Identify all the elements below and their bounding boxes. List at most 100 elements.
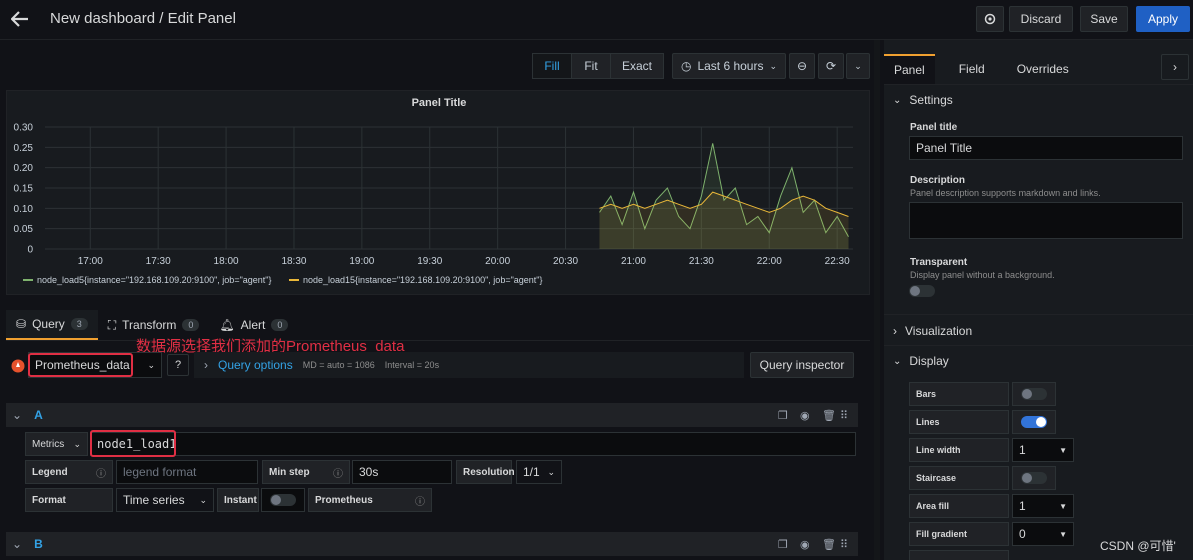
y-tick-label: 0 — [27, 245, 33, 256]
duplicate-icon[interactable]: ❐ — [778, 409, 788, 422]
lines-toggle-box[interactable] — [1012, 410, 1056, 434]
tab-panel[interactable]: Panel — [884, 54, 935, 84]
instant-label: Instant — [217, 488, 259, 512]
format-label: Format — [25, 488, 113, 512]
area-fill-select[interactable]: 1 ▼ — [1012, 494, 1074, 518]
eye-icon[interactable]: ◉ — [800, 538, 810, 551]
chevron-right-icon: › — [1173, 60, 1177, 74]
description-hint: Panel description supports markdown and … — [910, 188, 1101, 198]
time-range-picker[interactable]: ◷ Last 6 hours ⌄ — [672, 53, 786, 79]
database-icon: ⛁ — [16, 317, 27, 331]
tab-overrides[interactable]: Overrides — [1009, 54, 1077, 84]
settings-gear-button[interactable] — [976, 6, 1004, 32]
description-textarea[interactable] — [909, 202, 1183, 239]
legend-placeholder: legend format — [123, 465, 197, 479]
instant-toggle-box[interactable] — [261, 488, 305, 512]
discard-button[interactable]: Discard — [1009, 6, 1073, 32]
prometheus-label-box: Prometheus ⓘ — [308, 488, 432, 512]
lines-toggle[interactable] — [1021, 416, 1047, 428]
time-range-label: Last 6 hours — [697, 59, 764, 73]
info-icon: ⓘ — [415, 496, 425, 508]
min-step-input[interactable]: 30s — [352, 460, 452, 484]
panel-title-input[interactable]: Panel Title — [909, 136, 1183, 160]
trash-icon[interactable]: 🗑︎ — [822, 538, 836, 551]
bars-toggle[interactable] — [1021, 388, 1047, 400]
display-section-header[interactable]: ⌄ Display — [893, 354, 949, 368]
format-select[interactable]: Time series ⌄ — [116, 488, 214, 512]
legend-field-label: Legend — [32, 466, 68, 478]
trash-icon[interactable]: 🗑︎ — [822, 409, 836, 422]
staircase-toggle[interactable] — [1021, 472, 1047, 484]
refresh-icon: ⟳ — [825, 59, 837, 73]
tab-query[interactable]: ⛁ Query 3 — [6, 310, 98, 340]
back-arrow-icon[interactable] — [8, 6, 32, 32]
collapse-options-button[interactable]: › — [1161, 54, 1189, 80]
metrics-highlight-box — [90, 430, 176, 457]
y-tick-label: 0.05 — [14, 224, 34, 235]
transparent-toggle[interactable] — [909, 285, 935, 297]
metrics-input[interactable]: node1_load1 — [90, 432, 856, 456]
exact-button[interactable]: Exact — [610, 53, 664, 79]
staircase-toggle-box[interactable] — [1012, 466, 1056, 490]
fill-button[interactable]: Fill — [532, 53, 572, 79]
line-width-select[interactable]: 1 ▼ — [1012, 438, 1074, 462]
help-button[interactable]: ? — [167, 354, 189, 376]
divider — [884, 345, 1193, 346]
interval-info: Interval = 20s — [384, 360, 440, 370]
tab-query-label: Query — [32, 317, 65, 331]
metrics-label: Metrics — [32, 438, 65, 450]
query-a-header[interactable]: ⌄ A ❐ ◉ 🗑︎ ⠿ — [6, 403, 858, 427]
x-tick-label: 17:00 — [78, 256, 103, 267]
legend-label-box: Legend ⓘ — [25, 460, 113, 484]
y-tick-label: 0.20 — [14, 163, 34, 174]
staircase-label: Staircase — [909, 466, 1009, 490]
fill-gradient-select[interactable]: 0 ▼ — [1012, 522, 1074, 546]
graph-chart: 0.30 0.25 0.20 0.15 0.10 0.05 0 17:00 17:30 18:00… — [14, 123, 853, 267]
duplicate-icon[interactable]: ❐ — [778, 538, 788, 551]
resolution-select[interactable]: 1/1 ⌄ — [516, 460, 562, 484]
legend-label: node_load15{instance="192.168.109.20:910… — [303, 275, 543, 285]
query-b-header[interactable]: ⌄ B ❐ ◉ 🗑︎ ⠿ — [6, 532, 858, 556]
y-tick-label: 0.10 — [14, 204, 34, 215]
datasource-highlight-box — [28, 353, 133, 377]
zoom-out-button[interactable]: ⊖ — [789, 53, 815, 79]
question-icon: ? — [174, 359, 182, 371]
tab-transform-count: 0 — [182, 319, 200, 331]
drag-handle-icon[interactable]: ⠿ — [840, 538, 848, 551]
instant-toggle[interactable] — [270, 494, 296, 506]
refresh-interval-dropdown[interactable]: ⌄ — [846, 53, 870, 79]
query-inspector-button[interactable]: Query inspector — [750, 352, 854, 378]
drag-handle-icon[interactable]: ⠿ — [840, 409, 848, 422]
pane-splitter[interactable] — [874, 40, 880, 560]
save-button[interactable]: Save — [1080, 6, 1128, 32]
visualization-section-header[interactable]: › Visualization — [893, 324, 972, 338]
legend-item-1[interactable]: node_load5{instance="192.168.109.20:9100… — [23, 275, 272, 285]
x-tick-label: 19:00 — [349, 256, 374, 267]
bell-icon: 🔔︎ — [219, 318, 235, 332]
chevron-down-icon: ⌄ — [893, 94, 902, 106]
legend-item-2[interactable]: node_load15{instance="192.168.109.20:910… — [289, 275, 543, 285]
caret-down-icon: ▼ — [1059, 501, 1067, 511]
chevron-down-icon: ⌄ — [199, 494, 207, 505]
x-tick-label: 18:00 — [214, 256, 239, 267]
tab-query-count: 3 — [70, 318, 88, 330]
area-fill-label: Area fill — [909, 494, 1009, 518]
watermark-text: CSDN @可惜' — [1100, 539, 1176, 553]
chevron-down-icon: ⌄ — [12, 408, 23, 422]
metrics-dropdown[interactable]: Metrics ⌄ — [25, 432, 88, 456]
fit-button[interactable]: Fit — [571, 53, 611, 79]
query-options-link[interactable]: Query options — [218, 358, 293, 372]
tab-field[interactable]: Field — [935, 54, 1009, 84]
apply-button[interactable]: Apply — [1136, 6, 1190, 32]
legend-format-input[interactable]: legend format — [116, 460, 258, 484]
next-option-row — [909, 550, 1009, 560]
eye-icon[interactable]: ◉ — [800, 409, 810, 422]
bars-toggle-box[interactable] — [1012, 382, 1056, 406]
settings-section-header[interactable]: ⌄ Settings — [893, 93, 953, 107]
refresh-button[interactable]: ⟳ — [818, 53, 844, 79]
x-tick-label: 21:00 — [621, 256, 646, 267]
min-step-label: Min step — [269, 466, 310, 478]
query-options-bar[interactable]: › Query options MD = auto = 1086 Interva… — [194, 352, 744, 378]
page-title: New dashboard / Edit Panel — [50, 10, 236, 27]
x-tick-label: 20:30 — [553, 256, 578, 267]
